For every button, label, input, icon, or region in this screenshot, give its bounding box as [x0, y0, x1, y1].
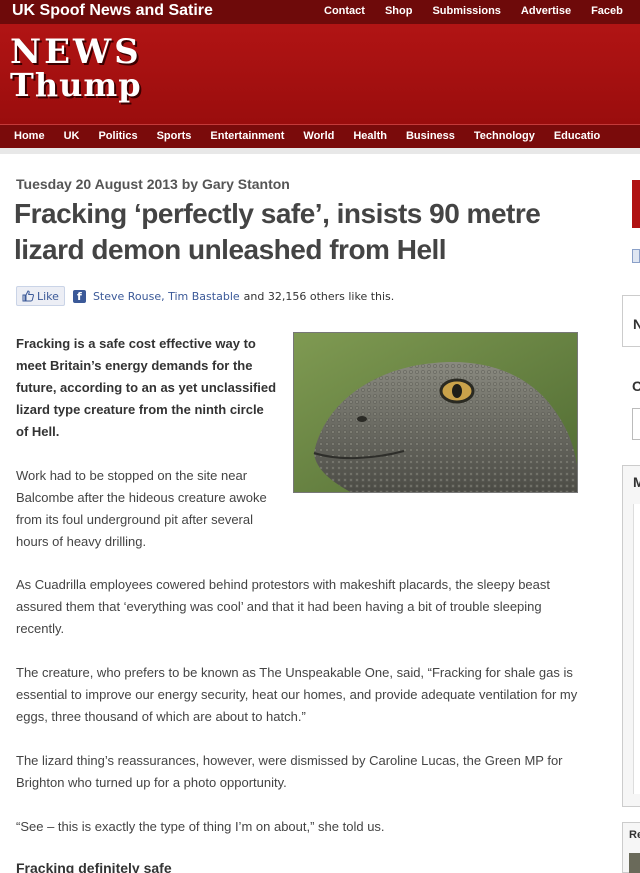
top-bar: UK Spoof News and Satire Contact Shop Su…	[0, 0, 640, 24]
facebook-icon: f	[72, 289, 86, 303]
sidebar-thumbnail[interactable]	[629, 853, 640, 873]
article-photo-lizard	[293, 332, 578, 493]
logo-line-thump: Thump	[10, 66, 142, 104]
sidebar-red-widget[interactable]	[632, 180, 640, 228]
nav-item-home[interactable]: Home	[14, 130, 45, 142]
nav-item-sports[interactable]: Sports	[157, 130, 192, 142]
facebook-like-bar: Like f Steve Rouse, Tim Bastable and 32,…	[16, 286, 394, 306]
top-link-shop[interactable]: Shop	[385, 5, 413, 17]
like-friend-names[interactable]: Steve Rouse, Tim Bastable	[93, 290, 240, 303]
logo-line-news: NEWS	[10, 32, 142, 72]
like-button-label: Like	[37, 289, 59, 303]
article-headline: Fracking ‘perfectly safe’, insists 90 me…	[14, 198, 541, 265]
site-logo[interactable]: NEWS Thump	[10, 32, 142, 104]
article-paragraph-1: Work had to be stopped on the site near …	[16, 468, 267, 549]
nav-item-entertainment[interactable]: Entertainment	[210, 130, 284, 142]
sidebar-box-r-title: Re	[629, 829, 640, 841]
article-subheading: Fracking definitely safe	[16, 860, 172, 873]
banner: NEWS Thump	[0, 24, 640, 124]
main-nav: Home UK Politics Sports Entertainment Wo…	[0, 124, 640, 148]
nav-item-business[interactable]: Business	[406, 130, 455, 142]
facebook-like-button[interactable]: Like	[16, 286, 65, 306]
article-paragraph-5: “See – this is exactly the type of thing…	[16, 819, 385, 834]
article-byline: Tuesday 20 August 2013 by Gary Stanton	[16, 176, 290, 192]
nav-item-technology[interactable]: Technology	[474, 130, 535, 142]
article-lede: Fracking is a safe cost effective way to…	[16, 336, 277, 439]
top-link-submissions[interactable]: Submissions	[432, 5, 500, 17]
thumbs-up-icon	[22, 290, 34, 302]
sidebar-share-icon[interactable]	[632, 249, 640, 263]
sidebar-input[interactable]	[632, 408, 640, 440]
nav-item-health[interactable]: Health	[353, 130, 387, 142]
nav-divider-band	[0, 148, 640, 154]
article-paragraph-3: The creature, who prefers to be known as…	[16, 665, 578, 724]
sidebar-box-n: N	[622, 295, 640, 347]
sidebar-box-m: M	[622, 465, 640, 807]
sidebar-box-m-title: M	[633, 474, 640, 490]
top-link-facebook[interactable]: Faceb	[591, 5, 623, 17]
nav-item-education[interactable]: Educatio	[554, 130, 600, 142]
top-links: Contact Shop Submissions Advertise Faceb	[324, 5, 640, 17]
nav-item-uk[interactable]: UK	[64, 130, 80, 142]
sidebar-box-n-title: N	[633, 316, 640, 332]
sidebar-heading-c: C	[632, 378, 640, 394]
site-tagline[interactable]: UK Spoof News and Satire	[12, 2, 213, 20]
article-paragraph-4: The lizard thing’s reassurances, however…	[16, 753, 563, 790]
nav-item-world[interactable]: World	[303, 130, 334, 142]
article-paragraph-2: As Cuadrilla employees cowered behind pr…	[16, 577, 550, 636]
sidebar-box-r: Re	[622, 822, 640, 873]
top-link-contact[interactable]: Contact	[324, 5, 365, 17]
nav-item-politics[interactable]: Politics	[98, 130, 137, 142]
sidebar-box-m-inner	[633, 504, 640, 794]
like-count-text: and 32,156 others like this.	[243, 289, 395, 303]
top-link-advertise[interactable]: Advertise	[521, 5, 571, 17]
